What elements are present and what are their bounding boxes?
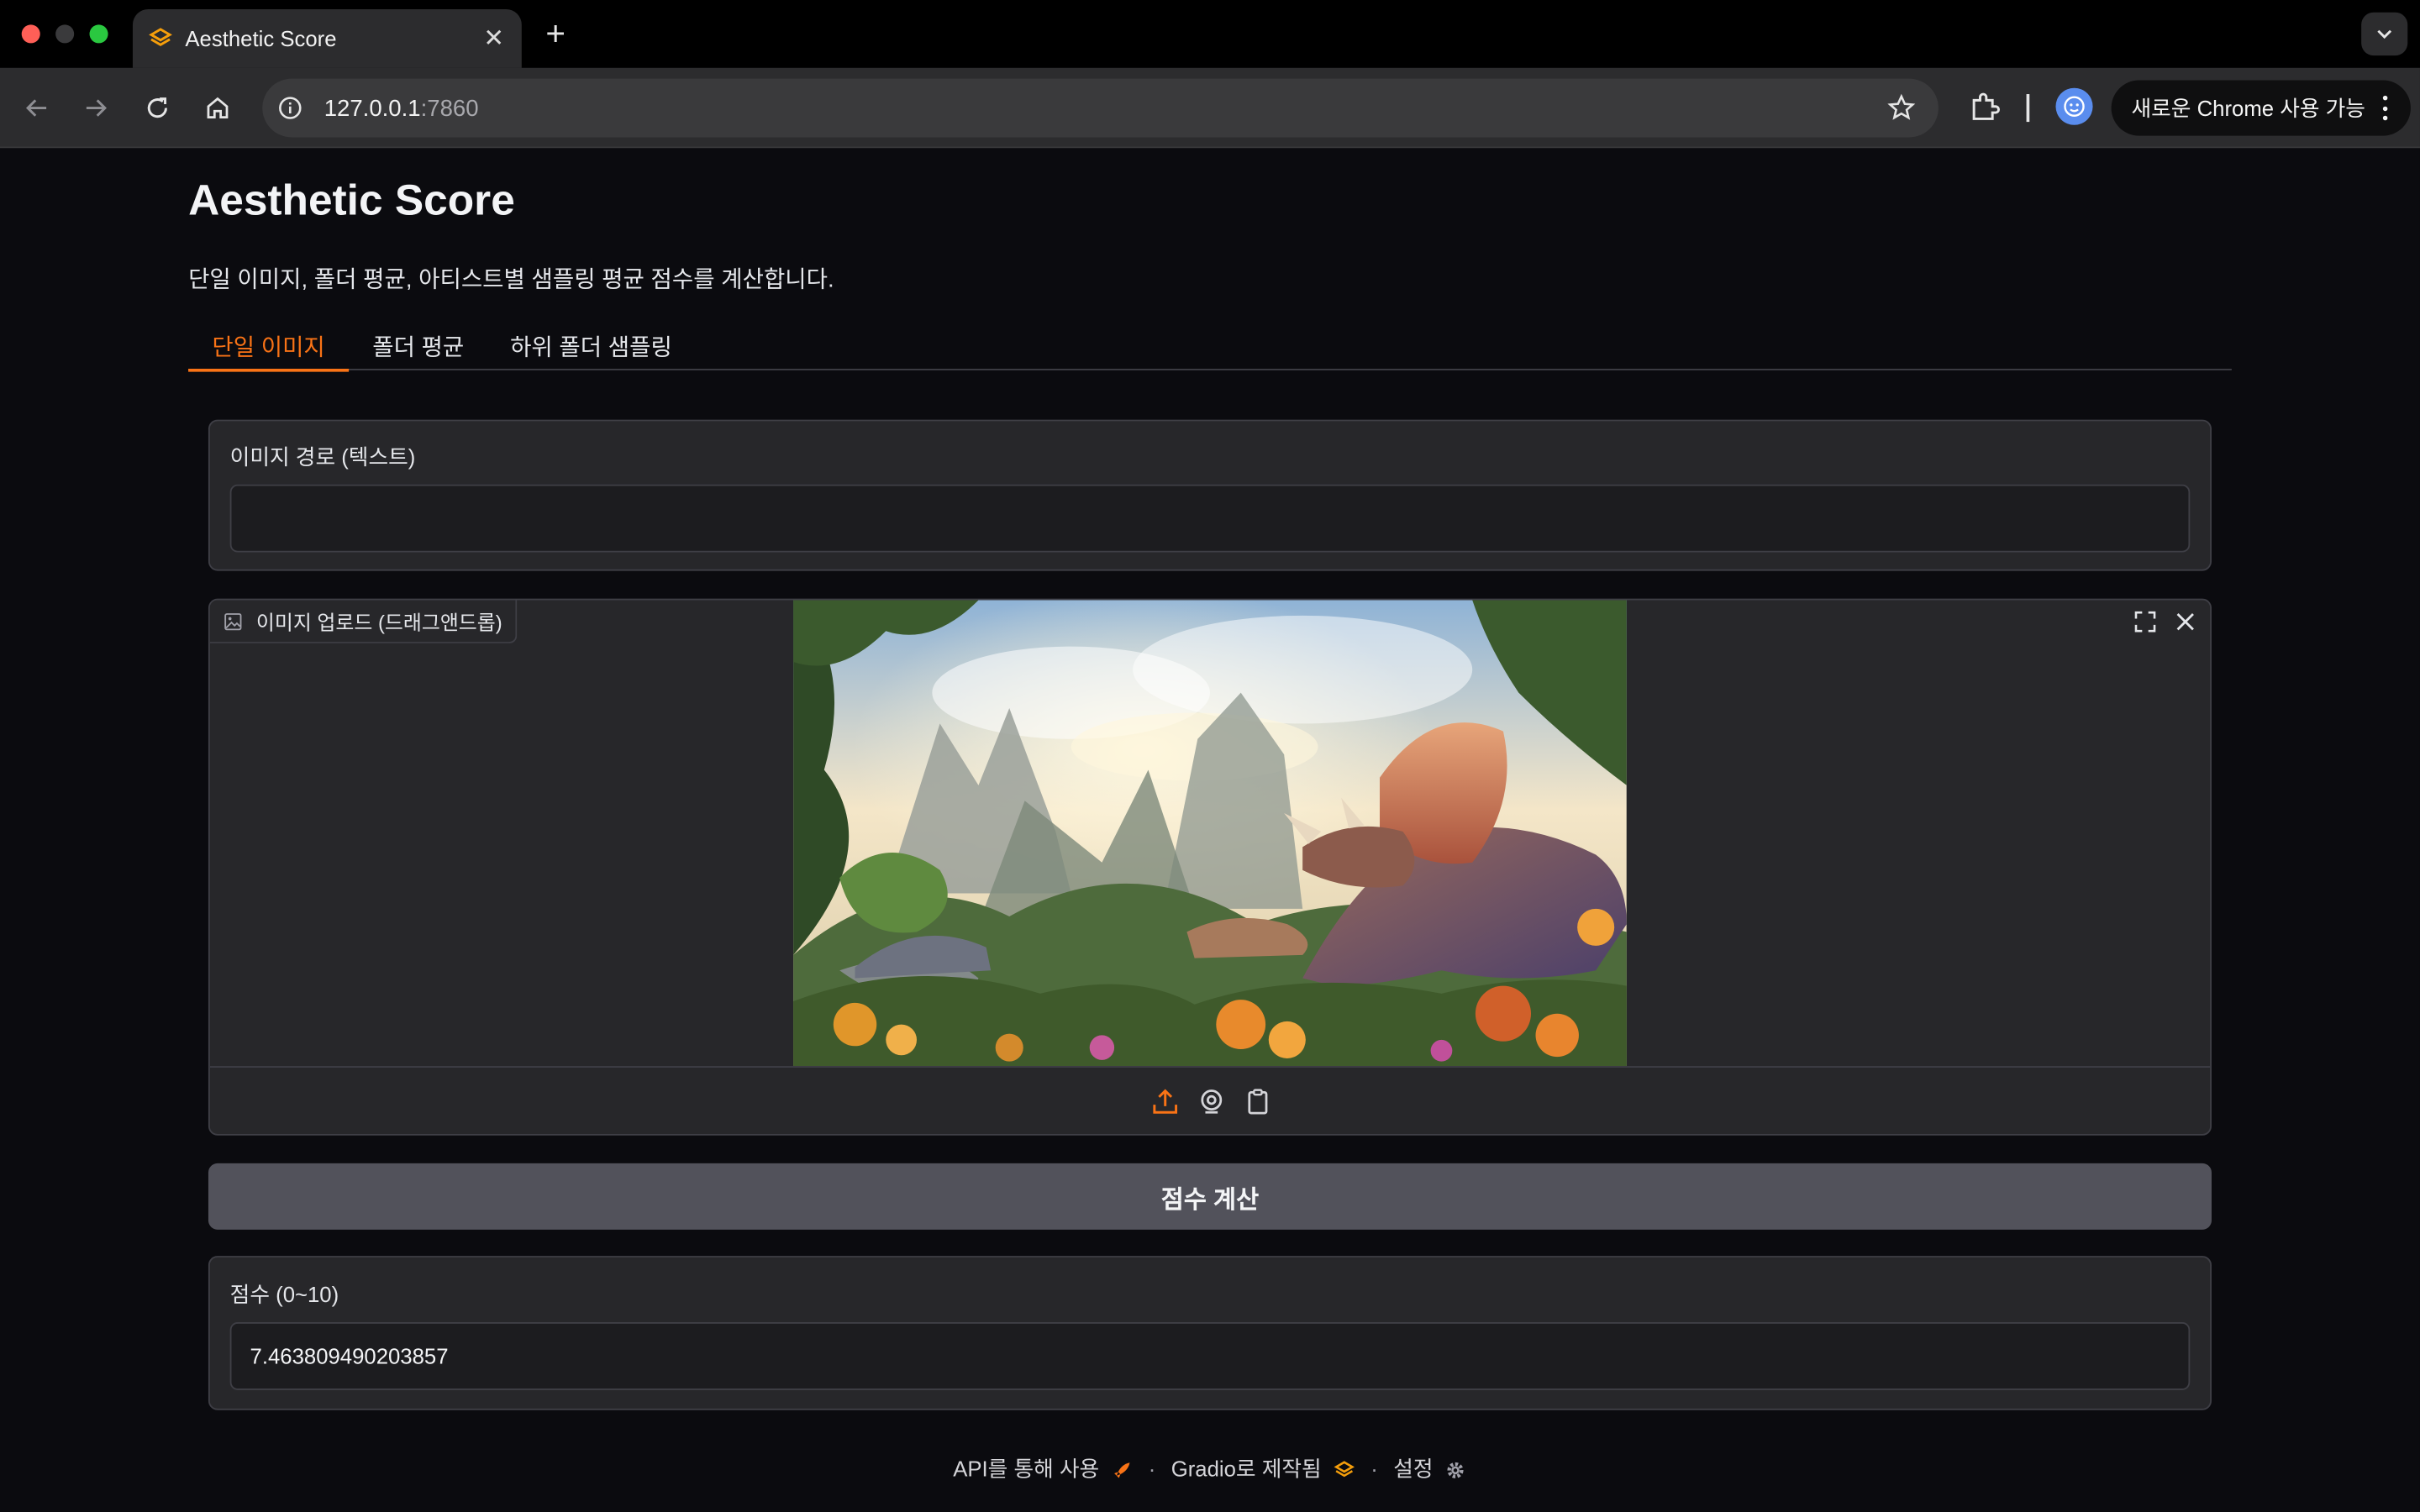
home-icon[interactable] xyxy=(199,90,236,127)
image-path-block: 이미지 경로 (텍스트) xyxy=(208,419,2212,571)
image-upload-label: 이미지 업로드 (드래그앤드롭) xyxy=(209,600,518,643)
chrome-update-label: 새로운 Chrome 사용 가능 xyxy=(2131,95,2365,121)
image-upload-block: 이미지 업로드 (드래그앤드롭) xyxy=(208,598,2212,1136)
close-icon[interactable]: ✕ xyxy=(478,24,509,55)
upload-icon[interactable] xyxy=(1151,1087,1179,1115)
gradio-logo-icon xyxy=(1334,1461,1355,1478)
more-icon[interactable] xyxy=(2374,92,2396,123)
image-icon xyxy=(224,612,242,630)
page-footer: API를 통해 사용 · Gradio로 제작됨 · 설정 xyxy=(0,1453,2420,1484)
dinosaur-landscape-image xyxy=(793,600,1627,1067)
chevron-down-icon xyxy=(2377,29,2392,39)
webcam-icon[interactable] xyxy=(1197,1087,1225,1115)
minimize-window-button[interactable] xyxy=(55,24,75,44)
page-description: 단일 이미지, 폴더 평균, 아티스트별 샘플링 평균 점수를 계산합니다. xyxy=(188,266,834,293)
settings-link[interactable]: 설정 xyxy=(1393,1453,1467,1484)
extensions-icon[interactable] xyxy=(1966,88,2003,125)
url-host: 127.0.0.1 xyxy=(324,94,421,122)
info-icon[interactable] xyxy=(275,92,306,123)
tab-single-image[interactable]: 단일 이미지 xyxy=(188,321,350,372)
tab-search-button[interactable] xyxy=(2361,12,2408,56)
api-link-label: API를 통해 사용 xyxy=(953,1456,1100,1482)
settings-link-label: 설정 xyxy=(1393,1456,1434,1482)
tab-title: Aesthetic Score xyxy=(185,26,337,51)
tab-bar: 단일 이미지 폴더 평균 하위 폴더 샘플링 xyxy=(188,321,2232,372)
uploaded-image-preview[interactable] xyxy=(793,600,1627,1067)
gradio-link[interactable]: Gradio로 제작됨 xyxy=(1171,1453,1355,1484)
gradio-app: Aesthetic Score 단일 이미지, 폴더 평균, 아티스트별 샘플링… xyxy=(0,148,2420,1512)
footer-separator: · xyxy=(1148,1456,1156,1482)
browser-window: Aesthetic Score ✕ + 127.0.0.1:7860 새로운 C… xyxy=(0,0,2420,1512)
image-source-bar xyxy=(209,1066,2211,1134)
api-link[interactable]: API를 통해 사용 xyxy=(953,1453,1133,1484)
profile-icon[interactable] xyxy=(2055,87,2093,125)
compute-score-button[interactable]: 점수 계산 xyxy=(208,1163,2212,1230)
forward-icon[interactable] xyxy=(77,90,114,127)
tab-folder-average[interactable]: 폴더 평균 xyxy=(349,321,487,370)
address-bar[interactable]: 127.0.0.1:7860 xyxy=(262,78,1939,138)
chrome-update-button[interactable]: 새로운 Chrome 사용 가능 xyxy=(2111,80,2411,136)
page-title: Aesthetic Score xyxy=(188,176,515,224)
score-block: 점수 (0~10) 7.463809490203857 xyxy=(208,1256,2212,1410)
image-path-label: 이미지 경로 (텍스트) xyxy=(229,444,416,470)
gradio-logo-icon xyxy=(149,28,172,46)
star-icon[interactable] xyxy=(1886,92,1917,123)
back-icon[interactable] xyxy=(18,90,55,127)
close-window-button[interactable] xyxy=(21,24,40,44)
url-port: :7860 xyxy=(420,94,479,122)
url-text: 127.0.0.1:7860 xyxy=(324,95,479,121)
image-path-input[interactable] xyxy=(229,484,2191,553)
clipboard-icon[interactable] xyxy=(1244,1087,1271,1115)
browser-tab[interactable]: Aesthetic Score ✕ xyxy=(132,9,522,68)
footer-separator: · xyxy=(1370,1456,1378,1482)
score-output[interactable]: 7.463809490203857 xyxy=(229,1322,2191,1390)
reload-icon[interactable] xyxy=(139,90,176,127)
image-upload-label-text: 이미지 업로드 (드래그앤드롭) xyxy=(255,611,502,634)
maximize-window-button[interactable] xyxy=(89,24,108,44)
image-tools xyxy=(2130,606,2201,638)
gradio-link-label: Gradio로 제작됨 xyxy=(1171,1456,1322,1482)
fullscreen-icon[interactable] xyxy=(2130,606,2161,638)
browser-toolbar: 127.0.0.1:7860 새로운 Chrome 사용 가능 xyxy=(0,67,2420,149)
toolbar-divider xyxy=(2026,94,2030,123)
rocket-icon xyxy=(1114,1462,1130,1479)
tab-strip: Aesthetic Score ✕ + xyxy=(0,0,2420,68)
plus-icon[interactable]: + xyxy=(537,14,574,53)
gear-icon xyxy=(1448,1462,1465,1479)
close-icon[interactable] xyxy=(2170,606,2201,638)
score-label: 점수 (0~10) xyxy=(229,1282,339,1307)
tab-subfolder-sampling[interactable]: 하위 폴더 샘플링 xyxy=(487,321,694,370)
